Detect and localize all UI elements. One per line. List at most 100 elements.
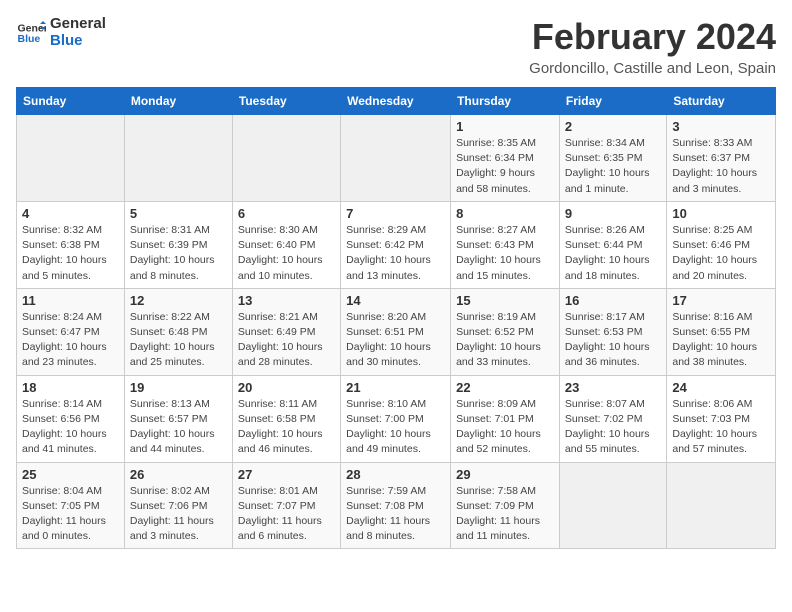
day-number: 11 [22,293,119,308]
day-info: Sunrise: 8:29 AM Sunset: 6:42 PM Dayligh… [346,223,445,284]
calendar-cell: 23 Sunrise: 8:07 AM Sunset: 7:02 PM Dayli… [559,375,666,462]
calendar-cell: 16 Sunrise: 8:17 AM Sunset: 6:53 PM Dayli… [559,288,666,375]
day-number: 17 [672,293,770,308]
day-info: Sunrise: 8:01 AM Sunset: 7:07 PM Dayligh… [238,484,335,545]
day-number: 16 [565,293,661,308]
calendar-cell: 29Sunrise: 7:58 AM Sunset: 7:09 PM Dayli… [451,462,560,549]
calendar-week-row: 25 Sunrise: 8:04 AM Sunset: 7:05 PM Dayli… [17,462,776,549]
day-info: Sunrise: 8:07 AM Sunset: 7:02 PM Dayligh… [565,397,661,458]
calendar-cell: 10 Sunrise: 8:25 AM Sunset: 6:46 PM Dayli… [667,201,776,288]
weekday-header: Thursday [451,88,560,115]
calendar-cell: 26 Sunrise: 8:02 AM Sunset: 7:06 PM Dayli… [124,462,232,549]
calendar-cell: 24 Sunrise: 8:06 AM Sunset: 7:03 PM Dayli… [667,375,776,462]
calendar-cell [232,115,340,202]
calendar-cell: 12Sunrise: 8:22 AM Sunset: 6:48 PM Dayli… [124,288,232,375]
calendar-cell [17,115,125,202]
calendar-cell: 21Sunrise: 8:10 AM Sunset: 7:00 PM Dayli… [341,375,451,462]
day-number: 19 [130,380,227,395]
calendar-cell: 13 Sunrise: 8:21 AM Sunset: 6:49 PM Dayli… [232,288,340,375]
day-number: 21 [346,380,445,395]
calendar-cell: 3Sunrise: 8:33 AM Sunset: 6:37 PM Daylig… [667,115,776,202]
day-number: 18 [22,380,119,395]
calendar-cell [667,462,776,549]
day-info: Sunrise: 8:27 AM Sunset: 6:43 PM Dayligh… [456,223,554,284]
day-info: Sunrise: 8:31 AM Sunset: 6:39 PM Dayligh… [130,223,227,284]
weekday-header: Friday [559,88,666,115]
day-number: 4 [22,206,119,221]
day-info: Sunrise: 8:26 AM Sunset: 6:44 PM Dayligh… [565,223,661,284]
calendar-week-row: 18 Sunrise: 8:14 AM Sunset: 6:56 PM Dayli… [17,375,776,462]
day-info: Sunrise: 8:13 AM Sunset: 6:57 PM Dayligh… [130,397,227,458]
weekday-header: Wednesday [341,88,451,115]
day-number: 29 [456,467,554,482]
day-number: 28 [346,467,445,482]
day-number: 27 [238,467,335,482]
svg-text:Blue: Blue [18,33,41,45]
calendar-cell: 1 Sunrise: 8:35 AM Sunset: 6:34 PM Daylig… [451,115,560,202]
calendar-cell: 20 Sunrise: 8:11 AM Sunset: 6:58 PM Dayli… [232,375,340,462]
day-number: 15 [456,293,554,308]
day-info: Sunrise: 8:32 AM Sunset: 6:38 PM Dayligh… [22,223,119,284]
day-number: 25 [22,467,119,482]
calendar-cell: 18 Sunrise: 8:14 AM Sunset: 6:56 PM Dayli… [17,375,125,462]
weekday-header: Sunday [17,88,125,115]
calendar-cell: 25 Sunrise: 8:04 AM Sunset: 7:05 PM Dayli… [17,462,125,549]
calendar-cell: 19 Sunrise: 8:13 AM Sunset: 6:57 PM Dayli… [124,375,232,462]
day-info: Sunrise: 8:25 AM Sunset: 6:46 PM Dayligh… [672,223,770,284]
weekday-header: Saturday [667,88,776,115]
day-number: 26 [130,467,227,482]
day-info: Sunrise: 8:21 AM Sunset: 6:49 PM Dayligh… [238,310,335,371]
calendar-cell: 4 Sunrise: 8:32 AM Sunset: 6:38 PM Daylig… [17,201,125,288]
weekday-header: Monday [124,88,232,115]
title-block: February 2024 Gordoncillo, Castille and … [529,16,776,77]
calendar-table: SundayMondayTuesdayWednesdayThursdayFrid… [16,87,776,549]
calendar-cell: 6Sunrise: 8:30 AM Sunset: 6:40 PM Daylig… [232,201,340,288]
day-number: 7 [346,206,445,221]
day-number: 1 [456,119,554,134]
month-title: February 2024 [529,16,776,58]
day-info: Sunrise: 8:17 AM Sunset: 6:53 PM Dayligh… [565,310,661,371]
calendar-week-row: 11 Sunrise: 8:24 AM Sunset: 6:47 PM Dayli… [17,288,776,375]
day-number: 6 [238,206,335,221]
day-number: 24 [672,380,770,395]
calendar-cell [124,115,232,202]
day-number: 20 [238,380,335,395]
day-number: 23 [565,380,661,395]
day-info: Sunrise: 8:06 AM Sunset: 7:03 PM Dayligh… [672,397,770,458]
logo-icon: General Blue [16,18,46,48]
day-info: Sunrise: 8:22 AM Sunset: 6:48 PM Dayligh… [130,310,227,371]
calendar-cell: 7 Sunrise: 8:29 AM Sunset: 6:42 PM Daylig… [341,201,451,288]
calendar-cell: 5 Sunrise: 8:31 AM Sunset: 6:39 PM Daylig… [124,201,232,288]
day-number: 13 [238,293,335,308]
calendar-cell: 22 Sunrise: 8:09 AM Sunset: 7:01 PM Dayli… [451,375,560,462]
calendar-week-row: 4 Sunrise: 8:32 AM Sunset: 6:38 PM Daylig… [17,201,776,288]
calendar-cell [559,462,666,549]
day-info: Sunrise: 8:11 AM Sunset: 6:58 PM Dayligh… [238,397,335,458]
day-info: Sunrise: 8:19 AM Sunset: 6:52 PM Dayligh… [456,310,554,371]
calendar-cell: 11 Sunrise: 8:24 AM Sunset: 6:47 PM Dayli… [17,288,125,375]
weekday-header-row: SundayMondayTuesdayWednesdayThursdayFrid… [17,88,776,115]
calendar-cell: 15 Sunrise: 8:19 AM Sunset: 6:52 PM Dayli… [451,288,560,375]
weekday-header: Tuesday [232,88,340,115]
day-number: 2 [565,119,661,134]
calendar-cell: 8Sunrise: 8:27 AM Sunset: 6:43 PM Daylig… [451,201,560,288]
calendar-cell: 17Sunrise: 8:16 AM Sunset: 6:55 PM Dayli… [667,288,776,375]
day-number: 14 [346,293,445,308]
calendar-cell: 28 Sunrise: 7:59 AM Sunset: 7:08 PM Dayli… [341,462,451,549]
calendar-cell: 9Sunrise: 8:26 AM Sunset: 6:44 PM Daylig… [559,201,666,288]
day-info: Sunrise: 8:14 AM Sunset: 6:56 PM Dayligh… [22,397,119,458]
day-info: Sunrise: 8:34 AM Sunset: 6:35 PM Dayligh… [565,136,661,197]
page-header: General Blue General Blue February 2024 … [16,16,776,77]
day-number: 10 [672,206,770,221]
day-info: Sunrise: 8:35 AM Sunset: 6:34 PM Dayligh… [456,136,554,197]
day-number: 3 [672,119,770,134]
day-info: Sunrise: 8:04 AM Sunset: 7:05 PM Dayligh… [22,484,119,545]
day-number: 5 [130,206,227,221]
day-info: Sunrise: 8:20 AM Sunset: 6:51 PM Dayligh… [346,310,445,371]
day-info: Sunrise: 8:24 AM Sunset: 6:47 PM Dayligh… [22,310,119,371]
calendar-cell: 14 Sunrise: 8:20 AM Sunset: 6:51 PM Dayli… [341,288,451,375]
day-number: 22 [456,380,554,395]
day-info: Sunrise: 8:09 AM Sunset: 7:01 PM Dayligh… [456,397,554,458]
day-info: Sunrise: 8:02 AM Sunset: 7:06 PM Dayligh… [130,484,227,545]
day-info: Sunrise: 7:59 AM Sunset: 7:08 PM Dayligh… [346,484,445,545]
